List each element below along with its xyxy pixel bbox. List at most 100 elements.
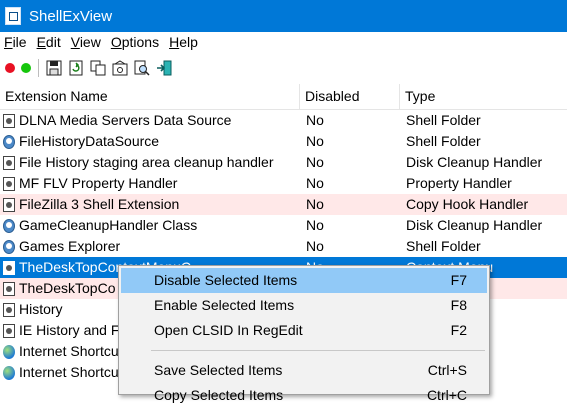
cell-type: Copy Hook Handler xyxy=(406,196,529,212)
cell-name: FileZilla 3 Shell Extension xyxy=(3,194,299,215)
menu-file[interactable]: File xyxy=(0,34,33,50)
document-icon xyxy=(3,197,15,212)
cell-name: Games Explorer xyxy=(3,236,299,257)
column-header-disabled[interactable]: Disabled xyxy=(300,84,400,109)
refresh-icon[interactable] xyxy=(68,60,84,76)
table-row[interactable]: FileHistoryDataSource No Shell Folder xyxy=(0,131,567,152)
document-icon xyxy=(3,323,15,338)
row-name: File History staging area cleanup handle… xyxy=(19,154,274,170)
document-icon xyxy=(3,155,15,170)
exit-icon[interactable] xyxy=(156,60,172,76)
row-name: TheDeskTopCo xyxy=(19,280,116,296)
menu-view-rest: iew xyxy=(79,34,101,50)
cell-disabled: No xyxy=(306,238,324,254)
cell-disabled: No xyxy=(306,154,324,170)
settings-icon xyxy=(3,134,15,149)
cell-disabled: No xyxy=(306,217,324,233)
menu-help[interactable]: Help xyxy=(165,34,204,50)
menu-item-enable-selected[interactable]: Enable Selected Items F8 xyxy=(121,293,487,318)
settings-icon xyxy=(3,239,15,254)
table-row[interactable]: GameCleanupHandler Class No Disk Cleanup… xyxy=(0,215,567,236)
document-icon xyxy=(3,260,15,275)
cell-name: File History staging area cleanup handle… xyxy=(3,152,299,173)
table-row[interactable]: File History staging area cleanup handle… xyxy=(0,152,567,173)
window-title: ShellExView xyxy=(29,7,113,25)
cell-name: GameCleanupHandler Class xyxy=(3,215,299,236)
menu-item-shortcut: F7 xyxy=(450,272,467,288)
save-icon[interactable] xyxy=(46,60,62,76)
cell-type: Disk Cleanup Handler xyxy=(406,217,543,233)
menu-item-shortcut: F8 xyxy=(450,297,467,313)
menu-item-label: Enable Selected Items xyxy=(154,297,295,313)
menu-options-rest: ptions xyxy=(121,34,160,50)
menu-file-accel: F xyxy=(4,34,13,50)
menu-item-label: Save Selected Items xyxy=(154,362,283,378)
globe-icon xyxy=(3,365,15,380)
row-name: Games Explorer xyxy=(19,238,121,254)
enable-green-dot-icon[interactable] xyxy=(21,63,31,73)
cell-name: DLNA Media Servers Data Source xyxy=(3,110,299,131)
menu-item-disable-selected[interactable]: Disable Selected Items F7 xyxy=(121,268,487,293)
cell-type: Shell Folder xyxy=(406,112,481,128)
cell-disabled: No xyxy=(306,112,324,128)
menu-view[interactable]: View xyxy=(67,34,107,50)
document-icon xyxy=(3,302,15,317)
row-name: GameCleanupHandler Class xyxy=(19,217,198,233)
table-row[interactable]: DLNA Media Servers Data Source No Shell … xyxy=(0,110,567,131)
cell-type: Shell Folder xyxy=(406,238,481,254)
row-name: DLNA Media Servers Data Source xyxy=(19,112,232,128)
cell-name: MF FLV Property Handler xyxy=(3,173,299,194)
globe-icon xyxy=(3,344,15,359)
settings-icon xyxy=(3,218,15,233)
menu-edit[interactable]: Edit xyxy=(33,34,67,50)
app-icon xyxy=(5,7,21,25)
find-icon[interactable] xyxy=(134,60,150,76)
list-header: Extension Name Disabled Type xyxy=(0,84,567,110)
disable-red-dot-icon[interactable] xyxy=(5,63,15,73)
menu-item-shortcut: Ctrl+S xyxy=(427,362,467,378)
context-menu: Disable Selected Items F7 Enable Selecte… xyxy=(118,265,490,403)
menu-item-label: Open CLSID In RegEdit xyxy=(154,322,303,338)
copy-icon[interactable] xyxy=(90,60,106,76)
menu-item-open-clsid[interactable]: Open CLSID In RegEdit F2 xyxy=(121,318,487,343)
menu-item-save-selected[interactable]: Save Selected Items Ctrl+S xyxy=(121,358,487,383)
column-header-extension-name[interactable]: Extension Name xyxy=(0,84,300,109)
document-icon xyxy=(3,281,15,296)
menu-help-rest: elp xyxy=(179,34,198,50)
menu-bar: File Edit View Options Help xyxy=(0,32,567,52)
cell-disabled: No xyxy=(306,175,324,191)
row-name: History xyxy=(19,301,63,317)
menu-options-accel: O xyxy=(110,34,122,50)
cell-type: Shell Folder xyxy=(406,133,481,149)
menu-item-label: Copy Selected Items xyxy=(154,387,284,403)
column-header-type[interactable]: Type xyxy=(400,84,567,109)
table-row[interactable]: FileZilla 3 Shell Extension No Copy Hook… xyxy=(0,194,567,215)
document-icon xyxy=(3,113,15,128)
table-row[interactable]: Games Explorer No Shell Folder xyxy=(0,236,567,257)
cell-disabled: No xyxy=(306,196,324,212)
menu-view-accel: V xyxy=(70,34,80,50)
menu-file-rest: ile xyxy=(12,34,27,50)
cell-name: FileHistoryDataSource xyxy=(3,131,299,152)
properties-icon[interactable] xyxy=(112,60,128,76)
menu-options[interactable]: Options xyxy=(107,34,165,50)
table-row[interactable]: MF FLV Property Handler No Property Hand… xyxy=(0,173,567,194)
row-name: Internet Shortcu xyxy=(19,343,119,359)
menu-item-shortcut: Ctrl+C xyxy=(426,387,467,403)
menu-separator xyxy=(151,350,485,351)
menu-item-copy-selected[interactable]: Copy Selected Items Ctrl+C xyxy=(121,383,487,408)
menu-edit-rest: dit xyxy=(45,34,61,50)
row-name: FileZilla 3 Shell Extension xyxy=(19,196,180,212)
row-name: IE History and F xyxy=(19,322,120,338)
menu-item-label: Disable Selected Items xyxy=(154,272,298,288)
document-icon xyxy=(3,176,15,191)
menu-edit-accel: E xyxy=(36,34,46,50)
row-name: MF FLV Property Handler xyxy=(19,175,178,191)
cell-type: Disk Cleanup Handler xyxy=(406,154,543,170)
row-name: FileHistoryDataSource xyxy=(19,133,160,149)
toolbar xyxy=(0,56,567,80)
toolbar-separator xyxy=(38,59,39,77)
title-bar: ShellExView xyxy=(0,0,567,32)
menu-item-shortcut: F2 xyxy=(450,322,467,338)
cell-disabled: No xyxy=(306,133,324,149)
